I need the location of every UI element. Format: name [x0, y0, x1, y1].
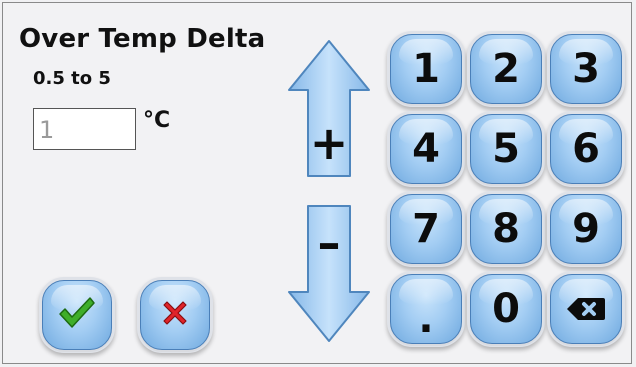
key-3[interactable]: 3 [550, 34, 622, 104]
increase-button[interactable]: + [286, 38, 372, 180]
key-decimal-label: . [418, 296, 434, 342]
key-9-label: 9 [572, 206, 600, 252]
unit-label: °C [143, 108, 171, 133]
key-4-label: 4 [412, 126, 440, 172]
checkmark-icon [57, 295, 97, 335]
key-0-label: 0 [492, 286, 520, 332]
key-8-label: 8 [492, 206, 520, 252]
key-2[interactable]: 2 [470, 34, 542, 104]
key-7-label: 7 [412, 206, 440, 252]
key-5[interactable]: 5 [470, 114, 542, 184]
value-input[interactable] [33, 108, 136, 150]
key-8[interactable]: 8 [470, 194, 542, 264]
backspace-button[interactable] [550, 274, 622, 344]
key-1-label: 1 [412, 46, 440, 92]
key-4[interactable]: 4 [390, 114, 462, 184]
key-5-label: 5 [492, 126, 520, 172]
backspace-icon [566, 286, 606, 332]
key-9[interactable]: 9 [550, 194, 622, 264]
key-1[interactable]: 1 [390, 34, 462, 104]
dialog-title: Over Temp Delta [19, 24, 266, 54]
plus-label: + [309, 116, 349, 170]
key-3-label: 3 [572, 46, 600, 92]
minus-label: – [317, 216, 341, 270]
key-6[interactable]: 6 [550, 114, 622, 184]
key-6-label: 6 [572, 126, 600, 172]
decrease-button[interactable]: – [286, 202, 372, 344]
range-label: 0.5 to 5 [33, 68, 111, 89]
cancel-button[interactable] [140, 280, 210, 350]
key-0[interactable]: 0 [470, 274, 542, 344]
key-decimal[interactable]: . [390, 274, 462, 344]
confirm-button[interactable] [42, 280, 112, 350]
x-icon [158, 296, 192, 334]
key-2-label: 2 [492, 46, 520, 92]
key-7[interactable]: 7 [390, 194, 462, 264]
